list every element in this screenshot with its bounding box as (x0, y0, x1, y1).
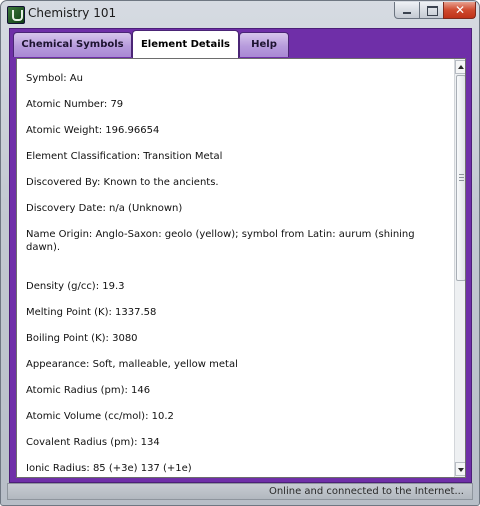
vertical-scrollbar[interactable] (454, 59, 465, 477)
detail-density: Density (g/cc): 19.3 (26, 281, 125, 292)
detail-discovered-by: Discovered By: Known to the ancients. (26, 177, 219, 188)
arrow-up-icon (458, 65, 464, 69)
maximize-button[interactable] (419, 2, 444, 19)
detail-atomic-weight: Atomic Weight: 196.96654 (26, 125, 160, 136)
minimize-button[interactable] (394, 2, 420, 19)
detail-melting-point: Melting Point (K): 1337.58 (26, 307, 157, 318)
tab-help[interactable]: Help (239, 32, 289, 57)
detail-boiling-point: Boiling Point (K): 3080 (26, 333, 138, 344)
detail-atomic-number: Atomic Number: 79 (26, 99, 124, 110)
grip-icon (459, 174, 464, 181)
title-bar[interactable]: Chemistry 101 ✕ (1, 1, 479, 28)
status-text: Online and connected to the Internet... (268, 486, 464, 497)
tab-strip: Chemical Symbols Element Details Help (10, 29, 471, 58)
detail-atomic-radius: Atomic Radius (pm): 146 (26, 385, 151, 396)
detail-ionic-radius: Ionic Radius: 85 (+3e) 137 (+1e) (26, 463, 192, 474)
minimize-icon (403, 12, 411, 14)
detail-classification: Element Classification: Transition Metal (26, 151, 223, 162)
close-icon: ✕ (455, 3, 466, 17)
details-list: Symbol: Au Atomic Number: 79 Atomic Weig… (26, 72, 436, 477)
arrow-down-icon (458, 468, 464, 472)
element-details-pane[interactable]: Symbol: Au Atomic Number: 79 Atomic Weig… (16, 58, 466, 478)
scrollbar-thumb[interactable] (456, 75, 465, 281)
maximize-icon (427, 6, 438, 16)
close-button[interactable]: ✕ (443, 2, 476, 19)
flask-icon (7, 6, 25, 24)
status-bar: Online and connected to the Internet... (7, 483, 473, 500)
scroll-up-button[interactable] (455, 60, 465, 74)
window-title: Chemistry 101 (28, 6, 117, 20)
detail-name-origin: Name Origin: Anglo-Saxon: geolo (yellow)… (26, 229, 415, 253)
tab-panel: Chemical Symbols Element Details Help Sy… (9, 28, 472, 483)
app-window: Chemistry 101 ✕ Chemical Symbols Element… (0, 0, 480, 506)
tab-chemical-symbols[interactable]: Chemical Symbols (13, 32, 132, 57)
detail-symbol: Symbol: Au (26, 73, 83, 84)
detail-covalent-radius: Covalent Radius (pm): 134 (26, 437, 160, 448)
detail-appearance: Appearance: Soft, malleable, yellow meta… (26, 359, 238, 370)
scroll-down-button[interactable] (455, 462, 465, 476)
tab-element-details[interactable]: Element Details (132, 30, 239, 58)
detail-discovery-date: Discovery Date: n/a (Unknown) (26, 203, 183, 214)
detail-atomic-volume: Atomic Volume (cc/mol): 10.2 (26, 411, 174, 422)
